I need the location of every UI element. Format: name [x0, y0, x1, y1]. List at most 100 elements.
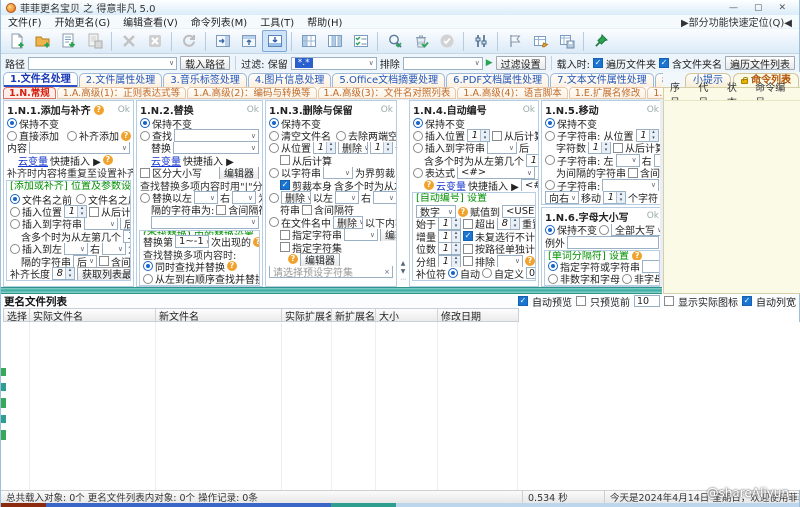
subtab-extension[interactable]: 1.E.扩展名修改 [569, 87, 647, 99]
subtab-advanced-4[interactable]: 1.A.高级(4)：语言脚本 [457, 87, 567, 99]
tail-combo[interactable]: <#>∨ [521, 179, 538, 191]
clear-trash-button[interactable] [408, 30, 433, 52]
col-actual-name[interactable]: 实际文件名 [30, 309, 156, 321]
option-clear-trim[interactable]: 清空文件名去除两端空格 [266, 129, 396, 141]
option-spec-chars[interactable]: 指定字符或字符串∨ [545, 260, 659, 272]
quick-insert-label[interactable]: 快捷插入 ▶ [50, 154, 101, 166]
help-icon[interactable]: ? [525, 256, 535, 266]
tab-text-attribute[interactable]: 7.文本文件属性处理 [550, 73, 654, 87]
label[interactable]: 自定义 [494, 267, 524, 279]
case-checkbox[interactable] [140, 168, 150, 178]
filter-settings-button[interactable]: 过滤设置 [496, 56, 546, 70]
file-table-body[interactable] [1, 322, 800, 490]
custom-pad-input[interactable]: 0 [526, 267, 535, 279]
walk-folders-label[interactable]: 遍历文件夹 [606, 56, 656, 71]
include-sep-checkbox[interactable] [216, 205, 226, 215]
save-file-list-button[interactable] [82, 30, 107, 52]
layout-left-column-button[interactable] [296, 30, 321, 52]
include-sep-checkbox[interactable] [628, 168, 638, 178]
quick-insert-label[interactable]: 快捷插入 ▶ [183, 154, 234, 166]
subtab-advanced-2[interactable]: 1.A.高级(2)：编码与转换等 [187, 87, 316, 99]
label[interactable]: 从后计算 [625, 142, 662, 154]
per-path-checkbox[interactable] [463, 244, 473, 254]
tab-music-tag[interactable]: 3.音乐标签处理 [163, 73, 247, 87]
group-spinner[interactable]: 1▴▾ [438, 255, 461, 267]
subtab-normal[interactable]: 1.N.常规 [3, 87, 56, 99]
menu-help[interactable]: 帮助(H) [307, 14, 342, 29]
column-splitter[interactable]: ▲▼⋯ [399, 100, 407, 287]
content-combo[interactable]: ∨ [29, 142, 130, 154]
option-replace-between[interactable]: 替换以左∨右∨为间 [137, 191, 262, 203]
editor-button[interactable]: 编辑器 [219, 167, 259, 179]
overflow-spinner[interactable]: 8▴▾ [497, 218, 520, 230]
menu-command-list[interactable]: 命令列表(M) [191, 14, 247, 29]
option-insert-pos[interactable]: 插入位置1▴▾从后计算 [7, 205, 130, 217]
tab-image-info[interactable]: 4.图片信息处理 [248, 73, 332, 87]
auto-preview-label[interactable]: 自动预览 [532, 294, 572, 309]
help-icon[interactable]: ? [424, 180, 434, 190]
option-cut-by-string[interactable]: 以字符串∨为界剪裁后面∨ [266, 167, 396, 179]
spec-string-checkbox[interactable] [280, 230, 290, 240]
label[interactable]: 含间隔符 [314, 204, 354, 216]
tab-file-attribute[interactable]: 2.文件属性处理 [79, 73, 163, 87]
from-end-checkbox[interactable] [613, 143, 623, 153]
auto-preview-checkbox[interactable] [518, 296, 528, 306]
quick-locate-label[interactable]: ▶部分功能快速定位(Q)◀ [681, 14, 792, 29]
load-path-button[interactable]: 载入路径 [180, 56, 230, 70]
command-list-panel[interactable] [663, 100, 800, 294]
label[interactable]: 含间隔符 [228, 204, 262, 216]
direction-combo[interactable]: 向右∨ [545, 191, 579, 203]
label[interactable]: 排除 [475, 255, 495, 267]
cloud-var-link[interactable]: 云变量 [18, 154, 48, 166]
add-folder-button[interactable] [30, 30, 55, 52]
start-spinner[interactable]: 1▴▾ [438, 218, 461, 230]
subtab-advanced-3[interactable]: 1.A.高级(3)：文件名对照列表 [318, 87, 457, 99]
col-size[interactable]: 大小 [376, 309, 438, 321]
preview-count-input[interactable]: 10 [634, 295, 660, 307]
col-modified[interactable]: 修改日期 [438, 309, 518, 321]
dock-bottom-button[interactable] [262, 30, 287, 52]
filter-exclude-combo[interactable]: ∨ [403, 57, 483, 70]
option-keep-unchanged[interactable]: 保持不变 [410, 117, 538, 129]
option-add-mode[interactable]: 直接添加补齐添加? [4, 129, 133, 141]
minimize-button[interactable]: — [729, 3, 738, 13]
label[interactable]: 含间隔符 [640, 167, 662, 179]
load-file-list-button[interactable] [56, 30, 81, 52]
preset-charset-combo[interactable]: 请选择预设字符集× [269, 266, 393, 278]
type-combo[interactable]: 数字∨ [416, 205, 456, 217]
apply-filter-play-icon[interactable]: ▶ [486, 58, 493, 68]
menu-file[interactable]: 文件(F) [8, 14, 42, 29]
radio-auto[interactable] [448, 268, 458, 278]
cut-self-checkbox[interactable] [280, 180, 290, 190]
subtab-advanced-1[interactable]: 1.A.高级(1)：正则表达式等 [57, 87, 186, 99]
digits-spinner[interactable]: 1▴▾ [438, 243, 461, 255]
label[interactable]: 未复选行不计数 [475, 230, 535, 242]
side-combo2[interactable]: 后∨ [73, 255, 97, 267]
table-edit-button[interactable] [528, 30, 553, 52]
vertical-splitter[interactable] [660, 100, 663, 287]
option-keep-unchanged[interactable]: 保持不变 [137, 117, 262, 129]
include-folder-names-label[interactable]: 含文件夹名 [672, 56, 722, 71]
move-spinner[interactable]: 1▴▾ [603, 191, 626, 203]
label[interactable]: 剪裁本身 [292, 179, 332, 191]
cloud-var-link[interactable]: 云变量 [151, 154, 181, 166]
nth-combo[interactable]: 1~-1∨ [175, 235, 209, 247]
option-find[interactable]: 查找∨ [137, 129, 262, 141]
spec-charset-row[interactable]: 指定字符集 [266, 241, 396, 253]
option-insert-between[interactable]: 插入到左∨右∨为间 [7, 243, 130, 255]
option-sequential[interactable]: 从左到右顺序查找并替换 [140, 273, 259, 285]
get-longest-button[interactable]: 获取列表最长 [77, 267, 130, 279]
tab-filename-processing[interactable]: 1.文件名处理 [3, 72, 78, 87]
label[interactable]: 超出 [475, 218, 495, 230]
walk-folders-checkbox[interactable] [593, 58, 603, 68]
exclude-combo[interactable]: ∨ [497, 255, 523, 267]
option-insert-pos[interactable]: 插入位置1▴▾从后计算 [410, 129, 538, 141]
radio-custom[interactable] [482, 268, 492, 278]
pad-length-spinner[interactable]: 8▴▾ [52, 267, 75, 279]
help-icon[interactable]: ? [288, 254, 298, 264]
label[interactable]: 按路径单独计数 [475, 243, 535, 255]
new-file-button[interactable] [4, 30, 29, 52]
option-simultaneous[interactable]: 同时查找并替换? [140, 260, 259, 272]
real-icons-checkbox[interactable] [664, 296, 674, 306]
help-icon[interactable]: ? [94, 105, 104, 115]
